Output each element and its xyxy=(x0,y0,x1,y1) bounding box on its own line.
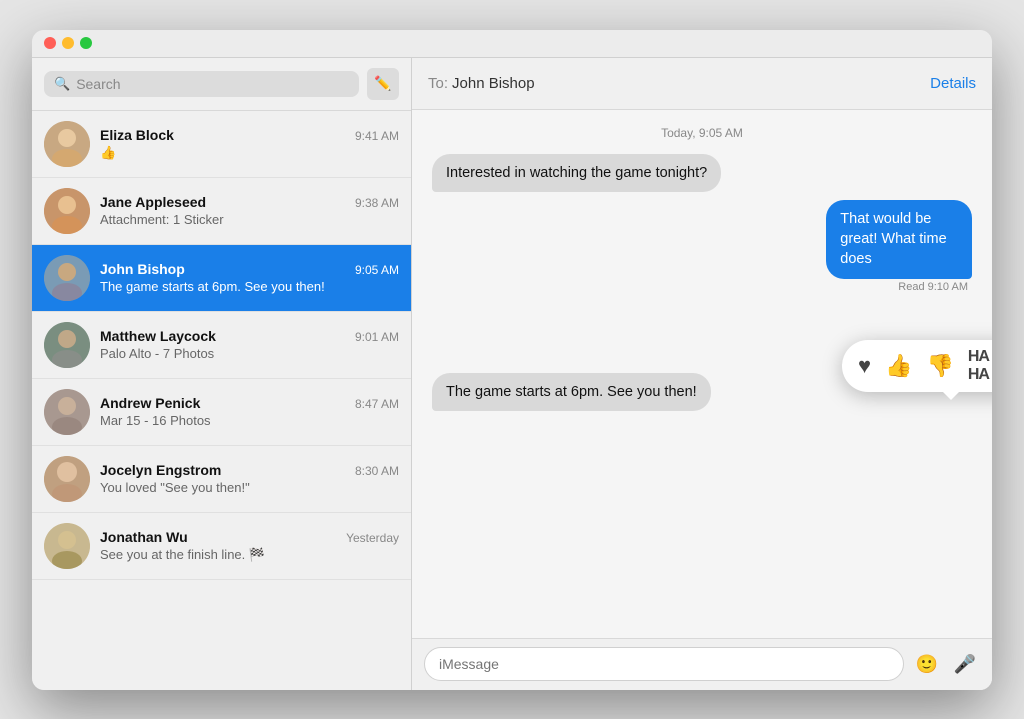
conv-time: 9:41 AM xyxy=(355,129,399,143)
tapback-thumbsdown[interactable]: 👎 xyxy=(926,353,953,379)
recipient-name: John Bishop xyxy=(452,75,535,92)
emoji-button[interactable]: 🙂 xyxy=(912,649,942,679)
conversation-item-active[interactable]: John Bishop 9:05 AM The game starts at 6… xyxy=(32,245,411,312)
conv-name: Matthew Laycock xyxy=(100,328,216,344)
sidebar-header: 🔍 Search ✏️ xyxy=(32,58,411,111)
mic-icon: 🎤 xyxy=(954,654,976,675)
compose-button[interactable]: ✏️ xyxy=(367,68,399,100)
search-box[interactable]: 🔍 Search xyxy=(44,71,359,97)
conv-info: Eliza Block 9:41 AM 👍 xyxy=(100,127,399,161)
tapback-thumbsup[interactable]: 👍 xyxy=(885,353,912,379)
main-window: 🔍 Search ✏️ Eliza Block 9:41 AM xyxy=(32,30,992,690)
traffic-lights xyxy=(44,37,92,49)
conversation-item[interactable]: Eliza Block 9:41 AM 👍 xyxy=(32,111,411,178)
compose-icon: ✏️ xyxy=(374,75,391,92)
conv-preview: The game starts at 6pm. See you then! xyxy=(100,279,399,294)
message-input[interactable] xyxy=(424,647,904,681)
messages-area: Today, 9:05 AM Interested in watching th… xyxy=(412,110,992,638)
minimize-button[interactable] xyxy=(62,37,74,49)
search-placeholder: Search xyxy=(76,76,120,92)
outgoing-bubble[interactable]: That would be great! What time does xyxy=(826,200,972,279)
conv-name: Jonathan Wu xyxy=(100,529,188,545)
conversation-item[interactable]: Jonathan Wu Yesterday See you at the fin… xyxy=(32,513,411,580)
conversation-item[interactable]: Matthew Laycock 9:01 AM Palo Alto - 7 Ph… xyxy=(32,312,411,379)
mic-button[interactable]: 🎤 xyxy=(950,649,980,679)
search-icon: 🔍 xyxy=(54,76,70,92)
conv-info: Jocelyn Engstrom 8:30 AM You loved "See … xyxy=(100,462,399,495)
conv-name: Andrew Penick xyxy=(100,395,200,411)
incoming-bubble[interactable]: Interested in watching the game tonight? xyxy=(432,154,721,192)
message-row: Interested in watching the game tonight? xyxy=(432,154,972,192)
chat-to: To: John Bishop xyxy=(428,75,535,92)
conv-preview: Mar 15 - 16 Photos xyxy=(100,413,399,428)
conv-preview: Palo Alto - 7 Photos xyxy=(100,346,399,361)
conv-time: 9:05 AM xyxy=(355,263,399,277)
to-label: To: xyxy=(428,75,448,92)
conv-name: Eliza Block xyxy=(100,127,174,143)
conv-preview: See you at the finish line. 🏁 xyxy=(100,547,399,563)
conv-name: John Bishop xyxy=(100,261,185,277)
chat-input-area: 🙂 🎤 xyxy=(412,638,992,690)
tapback-haha[interactable]: HAHA xyxy=(968,348,989,384)
avatar xyxy=(44,121,90,167)
conv-top: Eliza Block 9:41 AM xyxy=(100,127,399,143)
conv-time: 9:38 AM xyxy=(355,196,399,210)
avatar xyxy=(44,188,90,234)
conv-preview: Attachment: 1 Sticker xyxy=(100,212,399,227)
conversation-item[interactable]: Jane Appleseed 9:38 AM Attachment: 1 Sti… xyxy=(32,178,411,245)
conv-info: John Bishop 9:05 AM The game starts at 6… xyxy=(100,261,399,294)
titlebar xyxy=(32,30,992,58)
tapback-heart[interactable]: ♥ xyxy=(858,353,871,379)
conv-name: Jane Appleseed xyxy=(100,194,206,210)
conv-preview: You loved "See you then!" xyxy=(100,480,399,495)
conversation-item[interactable]: Andrew Penick 8:47 AM Mar 15 - 16 Photos xyxy=(32,379,411,446)
conv-info: Jane Appleseed 9:38 AM Attachment: 1 Sti… xyxy=(100,194,399,227)
close-button[interactable] xyxy=(44,37,56,49)
sidebar: 🔍 Search ✏️ Eliza Block 9:41 AM xyxy=(32,58,412,690)
avatar xyxy=(44,456,90,502)
emoji-icon: 🙂 xyxy=(916,654,938,675)
chat-header: To: John Bishop Details xyxy=(412,58,992,110)
read-receipt: Read 9:10 AM xyxy=(898,281,968,293)
tapback-popup: ♥ 👍 👎 HAHA !! ? xyxy=(842,340,992,392)
conv-time: 8:47 AM xyxy=(355,397,399,411)
message-row: That would be great! What time does Read… xyxy=(432,200,972,293)
main-content: 🔍 Search ✏️ Eliza Block 9:41 AM xyxy=(32,58,992,690)
conversation-item[interactable]: Jocelyn Engstrom 8:30 AM You loved "See … xyxy=(32,446,411,513)
date-header: Today, 9:05 AM xyxy=(432,126,972,140)
avatar xyxy=(44,255,90,301)
conv-time: 9:01 AM xyxy=(355,330,399,344)
conv-preview: 👍 xyxy=(100,145,399,161)
conv-info: Jonathan Wu Yesterday See you at the fin… xyxy=(100,529,399,563)
conv-info: Andrew Penick 8:47 AM Mar 15 - 16 Photos xyxy=(100,395,399,428)
maximize-button[interactable] xyxy=(80,37,92,49)
conv-name: Jocelyn Engstrom xyxy=(100,462,221,478)
avatar xyxy=(44,523,90,569)
conversation-list: Eliza Block 9:41 AM 👍 Jane Appleseed xyxy=(32,111,411,690)
chat-area: To: John Bishop Details Today, 9:05 AM I… xyxy=(412,58,992,690)
details-button[interactable]: Details xyxy=(930,75,976,92)
conv-time: Yesterday xyxy=(346,531,399,545)
conv-time: 8:30 AM xyxy=(355,464,399,478)
avatar xyxy=(44,389,90,435)
incoming-bubble[interactable]: The game starts at 6pm. See you then! xyxy=(432,373,711,411)
conv-info: Matthew Laycock 9:01 AM Palo Alto - 7 Ph… xyxy=(100,328,399,361)
avatar xyxy=(44,322,90,368)
